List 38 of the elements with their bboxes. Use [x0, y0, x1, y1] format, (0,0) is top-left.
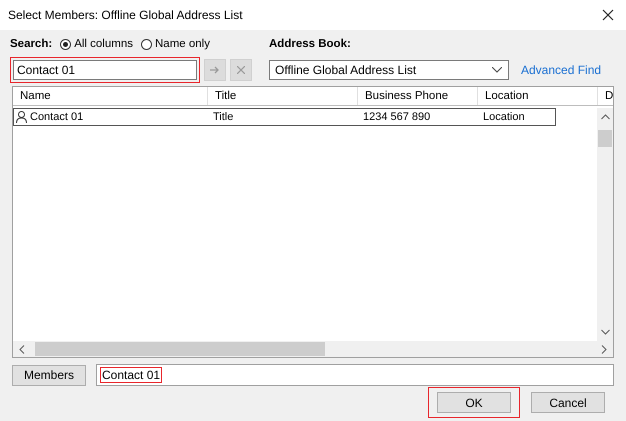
table-cell: Title	[213, 111, 234, 123]
close-icon	[237, 66, 245, 74]
arrow-icon	[210, 66, 220, 74]
address-book-dropdown[interactable]: Offline Global Address List	[269, 60, 509, 80]
column-header[interactable]: Title	[208, 87, 358, 105]
table-cell: Contact 01	[30, 111, 84, 123]
column-header[interactable]: D	[598, 87, 613, 105]
address-book-label: Address Book:	[269, 37, 352, 52]
advanced-find-link[interactable]: Advanced Find	[521, 63, 602, 77]
go-button[interactable]	[204, 59, 226, 81]
scrollbar-thumb[interactable]	[598, 130, 612, 147]
clear-button[interactable]	[230, 59, 252, 81]
member-entry: Contact 01	[100, 367, 162, 383]
chevron-icon	[492, 67, 502, 73]
scrollbar-thumb[interactable]	[35, 342, 325, 356]
dialog-button[interactable]: OK	[437, 392, 511, 413]
members-field[interactable]: Contact 01	[96, 364, 614, 386]
radio-option[interactable]: All columns	[60, 38, 133, 50]
scroll-up-icon[interactable]	[600, 114, 610, 120]
radio-option[interactable]: Name only	[141, 38, 210, 50]
table-cell: Location	[483, 111, 525, 123]
column-header[interactable]: Location	[478, 87, 598, 105]
search-label: Search:	[10, 37, 52, 52]
close-icon[interactable]	[602, 9, 614, 21]
scroll-down-icon[interactable]	[600, 329, 610, 335]
search-field[interactable]: Contact 01	[13, 60, 197, 80]
window-title: Select Members: Offline Global Address List	[8, 8, 243, 22]
scroll-right-icon[interactable]	[601, 344, 607, 354]
dialog-button[interactable]: Cancel	[531, 392, 605, 413]
column-header[interactable]: Name	[13, 87, 208, 105]
column-header[interactable]: Business Phone	[358, 87, 478, 105]
person-icon	[16, 111, 27, 123]
vertical-scrollbar[interactable]	[597, 108, 613, 341]
members-button[interactable]: Members	[12, 364, 86, 386]
horizontal-scrollbar[interactable]	[13, 341, 613, 357]
scroll-left-icon[interactable]	[19, 344, 25, 354]
table-cell: 1234 567 890	[363, 111, 430, 123]
table-row[interactable]: Contact 01 Title 1234 567 890 Location	[13, 108, 556, 126]
